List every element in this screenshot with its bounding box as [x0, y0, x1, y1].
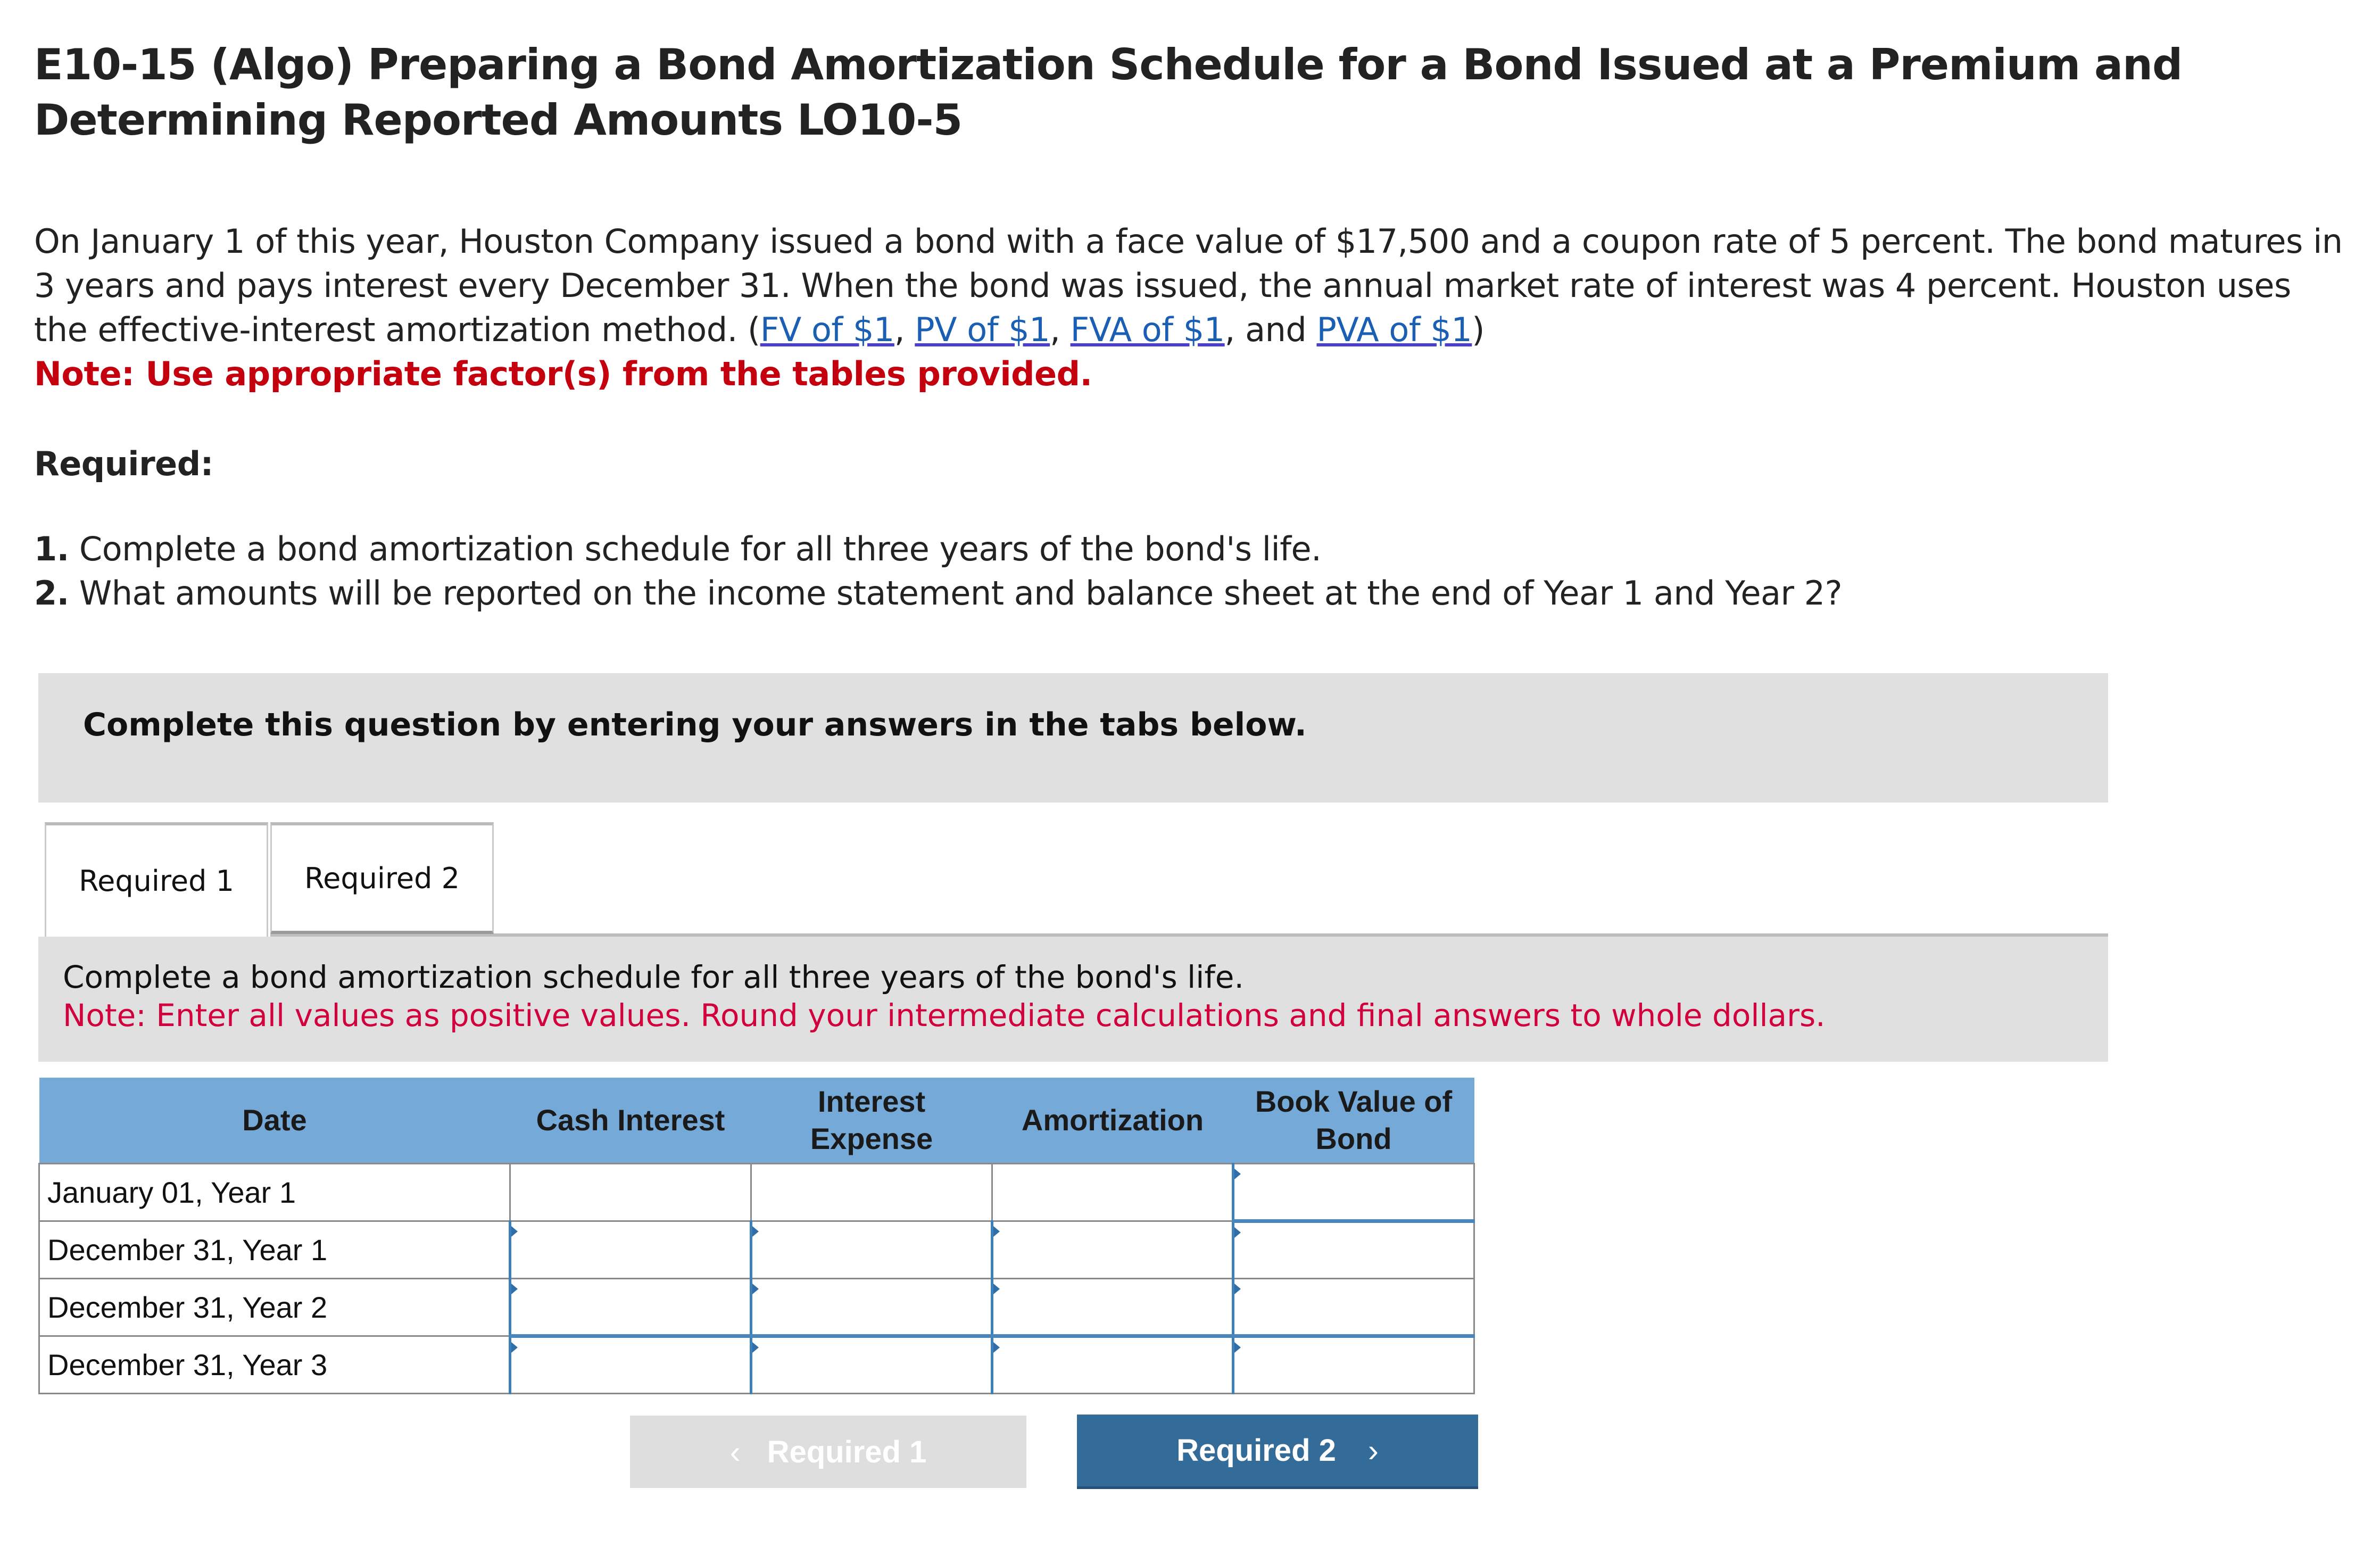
book-value-input[interactable]: [1234, 1279, 1473, 1334]
item-number: 1.: [34, 530, 69, 568]
item-text: What amounts will be reported on the inc…: [69, 574, 1843, 613]
interest-expense-cell-empty: [750, 1163, 993, 1222]
tab-note-text: Note: Enter all values as positive value…: [63, 997, 1826, 1033]
interest-expense-input[interactable]: [752, 1338, 991, 1393]
cash-interest-cell-empty: [509, 1163, 752, 1222]
separator: ,: [1050, 310, 1071, 349]
next-button-label: Required 2: [1176, 1433, 1336, 1468]
separator: , and: [1224, 310, 1317, 349]
col-header-interest-expense: Interest Expense: [751, 1078, 992, 1164]
col-header-book-value: Book Value of Bond: [1233, 1078, 1474, 1164]
required-item-1: 1. Complete a bond amortization schedule…: [34, 527, 2162, 571]
item-number: 2.: [34, 574, 69, 613]
book-value-cell: [1232, 1278, 1475, 1337]
table-header-row: Date Cash Interest Interest Expense Amor…: [39, 1078, 1474, 1164]
required-heading: Required:: [34, 444, 213, 483]
chevron-right-icon: ›: [1367, 1433, 1379, 1468]
row-date: December 31, Year 2: [38, 1278, 511, 1337]
separator: ): [1472, 310, 1485, 349]
book-value-input[interactable]: [1234, 1164, 1473, 1219]
tab-instructions: Complete a bond amortization schedule fo…: [38, 937, 2108, 1062]
row-date: January 01, Year 1: [38, 1163, 511, 1222]
amortization-cell-empty: [991, 1163, 1234, 1222]
link-fva-of-1[interactable]: FVA of $1: [1071, 310, 1225, 349]
page-title: E10-15 (Algo) Preparing a Bond Amortizat…: [34, 40, 2183, 145]
instruction-text: Complete this question by entering your …: [83, 706, 1307, 743]
prev-button-label: Required 1: [767, 1434, 927, 1469]
book-value-input[interactable]: [1234, 1223, 1473, 1278]
interest-expense-input[interactable]: [752, 1222, 991, 1278]
required-list: 1. Complete a bond amortization schedule…: [34, 527, 2162, 615]
book-value-cell: [1232, 1334, 1475, 1394]
next-required-2-button[interactable]: Required 2 ›: [1077, 1415, 1478, 1489]
chevron-left-icon: ‹: [729, 1434, 741, 1470]
table-row: December 31, Year 2: [38, 1278, 1475, 1337]
table-row: December 31, Year 3: [38, 1334, 1475, 1394]
amortization-input[interactable]: [993, 1279, 1232, 1334]
book-value-cell: [1232, 1219, 1475, 1279]
cash-interest-input[interactable]: [511, 1279, 750, 1334]
interest-expense-cell: [750, 1334, 993, 1394]
cash-interest-cell: [509, 1334, 752, 1394]
problem-statement: On January 1 of this year, Houston Compa…: [34, 219, 2343, 396]
tab-bar: Required 1 Required 2: [43, 822, 2108, 937]
amortization-input[interactable]: [993, 1338, 1232, 1393]
item-text: Complete a bond amortization schedule fo…: [69, 530, 1322, 568]
book-value-cell: [1232, 1163, 1475, 1222]
tab-required-2[interactable]: Required 2: [270, 822, 494, 934]
link-pv-of-1[interactable]: PV of $1: [915, 310, 1050, 349]
prev-required-1-button: ‹ Required 1: [630, 1416, 1026, 1488]
row-date: December 31, Year 3: [38, 1335, 511, 1394]
col-header-date: Date: [39, 1078, 510, 1164]
factor-note: Note: Use appropriate factor(s) from the…: [34, 354, 1092, 393]
separator: ,: [894, 310, 915, 349]
tab-required-1[interactable]: Required 1: [45, 822, 268, 937]
cash-interest-cell: [509, 1278, 752, 1337]
amortization-schedule-table: Date Cash Interest Interest Expense Amor…: [38, 1078, 1475, 1394]
cash-interest-input[interactable]: [511, 1222, 750, 1278]
interest-expense-cell: [750, 1220, 993, 1279]
col-header-cash-interest: Cash Interest: [510, 1078, 751, 1164]
book-value-input[interactable]: [1234, 1338, 1473, 1393]
amortization-cell: [991, 1220, 1234, 1279]
instruction-banner: Complete this question by entering your …: [38, 673, 2108, 803]
link-fv-of-1[interactable]: FV of $1: [760, 310, 895, 349]
link-pva-of-1[interactable]: PVA of $1: [1316, 310, 1472, 349]
col-header-amortization: Amortization: [992, 1078, 1233, 1164]
table-row: January 01, Year 1: [38, 1163, 1475, 1222]
amortization-input[interactable]: [993, 1222, 1232, 1278]
cash-interest-cell: [509, 1220, 752, 1279]
interest-expense-input[interactable]: [752, 1279, 991, 1334]
amortization-cell: [991, 1278, 1234, 1337]
tab-instruction-text: Complete a bond amortization schedule fo…: [63, 959, 1244, 995]
row-date: December 31, Year 1: [38, 1220, 511, 1279]
amortization-cell: [991, 1334, 1234, 1394]
cash-interest-input[interactable]: [511, 1338, 750, 1393]
table-row: December 31, Year 1: [38, 1219, 1475, 1279]
interest-expense-cell: [750, 1278, 993, 1337]
required-item-2: 2. What amounts will be reported on the …: [34, 571, 2162, 615]
